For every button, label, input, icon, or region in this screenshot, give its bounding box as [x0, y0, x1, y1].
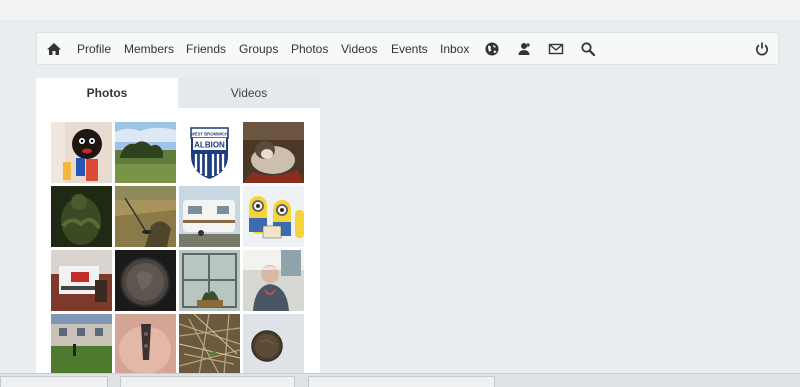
- tab-videos[interactable]: Videos: [178, 78, 320, 108]
- nav-link-members[interactable]: Members: [124, 42, 174, 56]
- photo-thumbnail[interactable]: [179, 314, 240, 375]
- photo-thumbnail[interactable]: [51, 314, 112, 375]
- user-add-icon[interactable]: [516, 41, 532, 57]
- nav-link-photos[interactable]: Photos: [291, 42, 328, 56]
- globe-icon[interactable]: [484, 41, 500, 57]
- photo-thumbnail[interactable]: [179, 186, 240, 247]
- mail-icon[interactable]: [548, 41, 564, 57]
- photo-thumbnail[interactable]: WEST BROMWICH ALBION: [179, 122, 240, 183]
- taskbar-item[interactable]: [308, 376, 495, 387]
- nav-link-profile[interactable]: Profile: [77, 42, 111, 56]
- photo-thumbnail[interactable]: [51, 122, 112, 183]
- taskbar-item[interactable]: [120, 376, 295, 387]
- crest-line-1: WEST BROMWICH: [191, 132, 228, 137]
- photo-thumbnail[interactable]: [115, 314, 176, 375]
- photo-thumbnail[interactable]: [179, 250, 240, 311]
- media-panel: Photos Videos WEST BROMWICH ALBION: [36, 78, 320, 387]
- nav-link-friends[interactable]: Friends: [186, 42, 226, 56]
- nav-link-groups[interactable]: Groups: [239, 42, 278, 56]
- tab-photos[interactable]: Photos: [36, 78, 178, 108]
- main-navbar: Profile Members Friends Groups Photos Vi…: [36, 32, 779, 65]
- search-icon[interactable]: [580, 41, 596, 57]
- taskbar: [0, 373, 800, 387]
- crest-line-2: ALBION: [194, 141, 225, 150]
- nav-link-videos[interactable]: Videos: [341, 42, 377, 56]
- media-tabs: Photos Videos: [36, 78, 320, 108]
- photo-thumbnail[interactable]: [243, 314, 304, 375]
- photo-thumbnail[interactable]: [243, 122, 304, 183]
- photo-thumbnail[interactable]: [243, 186, 304, 247]
- power-icon[interactable]: [754, 41, 770, 57]
- nav-link-events[interactable]: Events: [391, 42, 428, 56]
- photo-thumbnail[interactable]: [51, 250, 112, 311]
- nav-link-inbox[interactable]: Inbox: [440, 42, 469, 56]
- home-icon[interactable]: [46, 41, 62, 57]
- photo-thumbnail[interactable]: [115, 122, 176, 183]
- page-top-strip: [0, 0, 800, 20]
- photo-thumbnail[interactable]: [115, 250, 176, 311]
- taskbar-item[interactable]: [0, 376, 108, 387]
- photo-thumbnail[interactable]: [51, 186, 112, 247]
- photo-thumbnail[interactable]: [243, 250, 304, 311]
- photo-thumbnail[interactable]: [115, 186, 176, 247]
